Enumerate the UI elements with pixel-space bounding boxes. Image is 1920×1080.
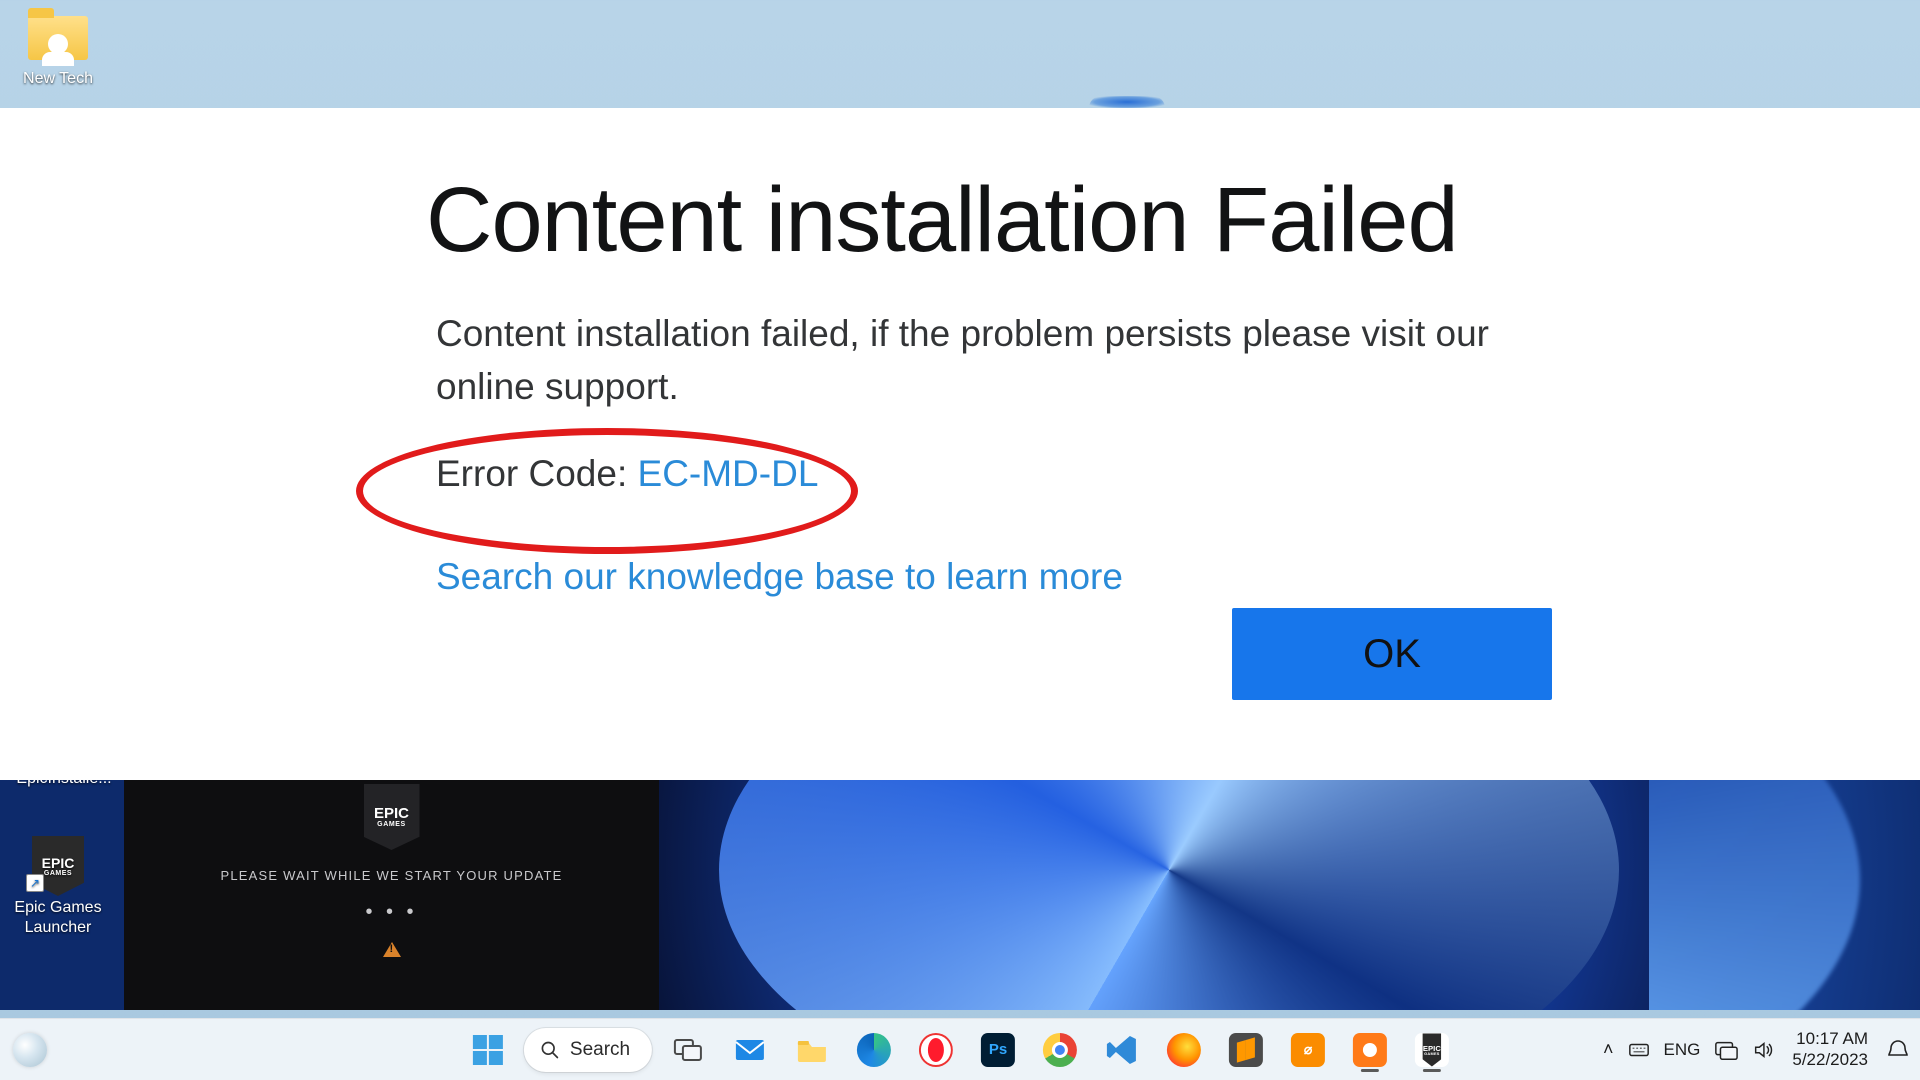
notifications-button[interactable] (1886, 1038, 1910, 1062)
photoshop-icon: Ps (981, 1033, 1015, 1067)
desktop-icon-new-tech[interactable]: New Tech (8, 12, 108, 88)
taskbar-app-recorder[interactable] (1344, 1026, 1396, 1074)
desktop-icon-label: Epic Games Launcher (8, 898, 108, 938)
ok-button[interactable]: OK (1232, 608, 1552, 700)
taskbar-app-vscode[interactable] (1096, 1026, 1148, 1074)
taskbar-app-mail[interactable] (724, 1026, 776, 1074)
error-dialog: Content installation Failed Content inst… (0, 108, 1920, 780)
loading-dots-icon: • • • (365, 901, 417, 924)
dialog-body-text: Content installation failed, if the prob… (436, 308, 1556, 413)
error-code-value[interactable]: EC-MD-DL (638, 453, 819, 494)
taskbar-search[interactable]: Search (524, 1028, 652, 1072)
taskbar: Search Ps (0, 1018, 1920, 1080)
taskbar-clock[interactable]: 10:17 AM 5/22/2023 (1792, 1029, 1868, 1069)
volume-icon[interactable] (1752, 1039, 1774, 1061)
taskbar-app-chrome[interactable] (1034, 1026, 1086, 1074)
clock-time: 10:17 AM (1792, 1029, 1868, 1049)
browser-edge-hint (1089, 96, 1165, 108)
start-button[interactable] (462, 1026, 514, 1074)
network-icon[interactable] (1714, 1039, 1738, 1061)
taskbar-center: Search Ps (462, 1026, 1458, 1074)
taskbar-app-xampp[interactable]: ⌀ (1282, 1026, 1334, 1074)
folder-icon (795, 1033, 829, 1067)
taskbar-app-edge[interactable] (848, 1026, 900, 1074)
epic-updater-window: EPIC GAMES PLEASE WAIT WHILE WE START YO… (124, 780, 1649, 1010)
taskbar-app-firefox[interactable] (1158, 1026, 1210, 1074)
epic-games-icon: EPICGAMES (1415, 1033, 1449, 1067)
vscode-icon (1105, 1033, 1139, 1067)
recorder-icon (1353, 1033, 1387, 1067)
taskbar-app-photoshop[interactable]: Ps (972, 1026, 1024, 1074)
taskbar-weather-widget[interactable] (0, 1019, 60, 1080)
opera-icon (919, 1033, 953, 1067)
windows-icon (471, 1033, 505, 1067)
taskbar-app-opera[interactable] (910, 1026, 962, 1074)
mail-icon (733, 1033, 767, 1067)
search-icon (540, 1040, 560, 1060)
error-code-label: Error Code: (436, 453, 638, 494)
edge-icon (857, 1033, 891, 1067)
taskbar-app-explorer[interactable] (786, 1026, 838, 1074)
search-label: Search (570, 1039, 630, 1061)
weather-icon (13, 1033, 47, 1067)
dialog-title: Content installation Failed (426, 168, 1458, 273)
task-view-icon (671, 1033, 705, 1067)
updater-decoration (659, 780, 1649, 1010)
epic-games-icon: EPIC GAMES ↗ (26, 840, 90, 892)
taskbar-app-sublime[interactable] (1220, 1026, 1272, 1074)
desktop-icon-epic-launcher[interactable]: EPIC GAMES ↗ Epic Games Launcher (8, 840, 108, 938)
warning-icon (383, 942, 401, 957)
updater-status-text: PLEASE WAIT WHILE WE START YOUR UPDATE (220, 868, 562, 883)
shortcut-overlay-icon: ↗ (26, 874, 44, 892)
taskbar-right: ˄ ENG 10:17 AM 5/22/2023 (1603, 1019, 1910, 1080)
epic-games-logo-icon: EPIC GAMES (364, 784, 420, 850)
keyboard-icon[interactable] (1628, 1039, 1650, 1061)
error-code-line: Error Code: EC-MD-DL (436, 453, 818, 495)
task-view-button[interactable] (662, 1026, 714, 1074)
folder-icon (26, 12, 90, 64)
clock-date: 5/22/2023 (1792, 1050, 1868, 1070)
taskbar-app-epic[interactable]: EPICGAMES (1406, 1026, 1458, 1074)
knowledge-base-link[interactable]: Search our knowledge base to learn more (436, 556, 1123, 598)
xampp-icon: ⌀ (1291, 1033, 1325, 1067)
tray-overflow-button[interactable]: ˄ (1603, 1039, 1614, 1060)
sublime-icon (1229, 1033, 1263, 1067)
language-indicator[interactable]: ENG (1664, 1040, 1701, 1060)
chrome-icon (1043, 1033, 1077, 1067)
firefox-icon (1167, 1033, 1201, 1067)
desktop-icon-label: New Tech (8, 70, 108, 88)
